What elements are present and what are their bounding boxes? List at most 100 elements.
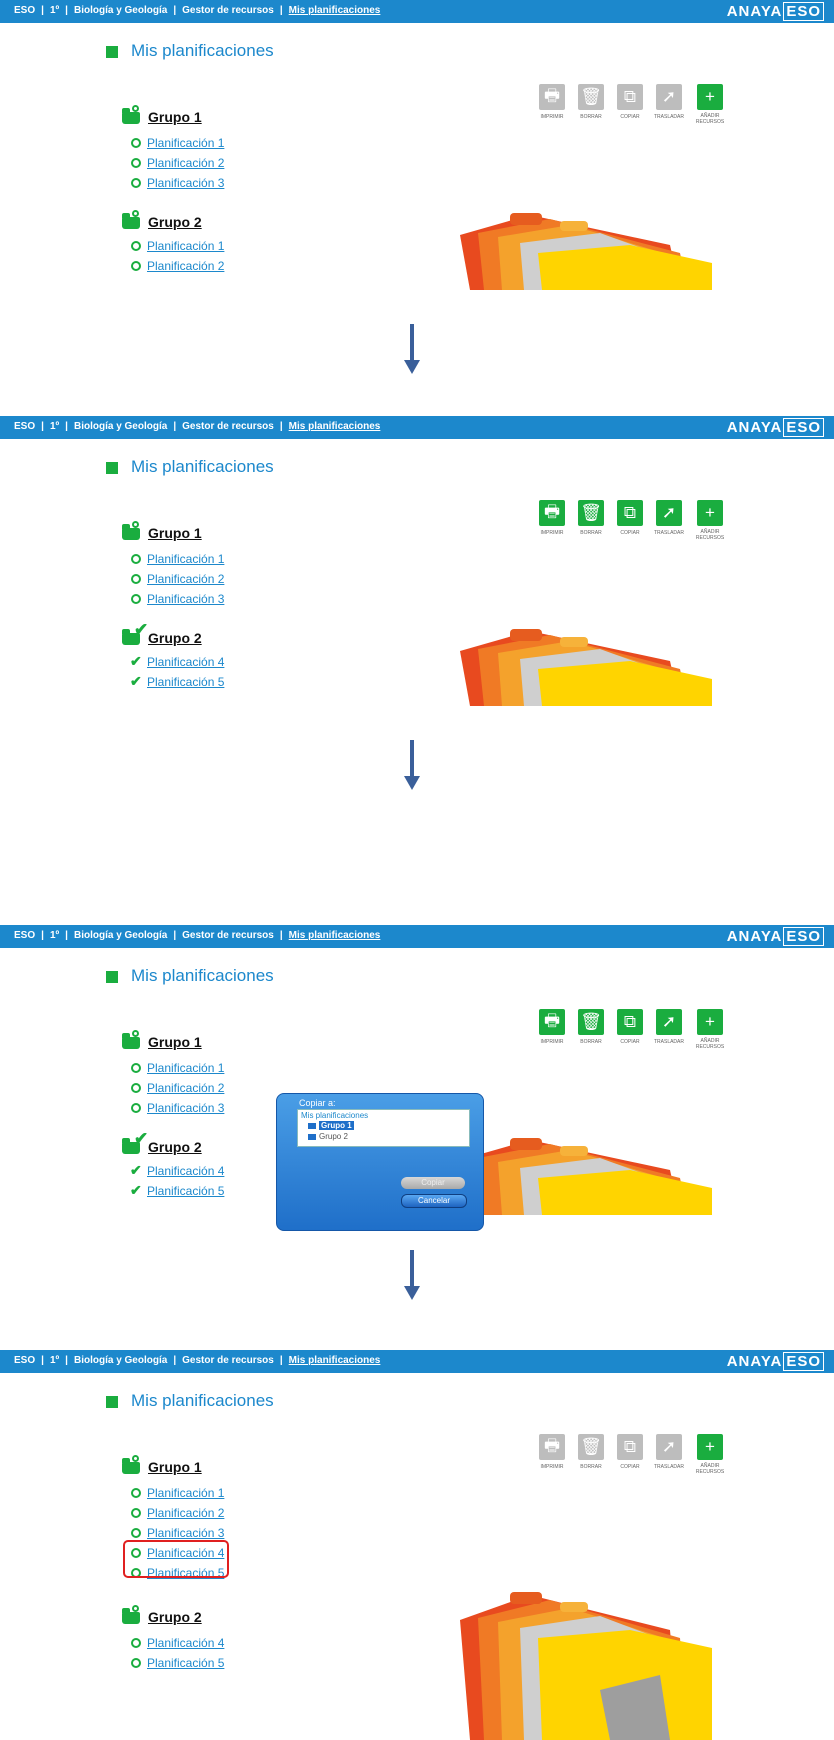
plan-link[interactable]: Planificación 1 [147, 1486, 224, 1500]
plan-link[interactable]: Planificación 3 [147, 1526, 224, 1540]
copy-button[interactable]: ⧉ [617, 84, 643, 110]
group-label[interactable]: Grupo 1 [148, 525, 202, 541]
breadcrumb-current[interactable]: Mis planificaciones [289, 1355, 381, 1366]
breadcrumb-eso[interactable]: ESO [14, 421, 35, 432]
plan-link[interactable]: Planificación 3 [147, 592, 224, 606]
plan-radio-icon[interactable] [131, 574, 141, 584]
plan-link[interactable]: Planificación 1 [147, 136, 224, 150]
print-button[interactable]: 🖶 [539, 1434, 565, 1460]
delete-button[interactable]: 🗑 [578, 1434, 604, 1460]
plan-radio-icon[interactable] [131, 158, 141, 168]
breadcrumb-manager[interactable]: Gestor de recursos [182, 5, 274, 16]
plan-link[interactable]: Planificación 2 [147, 1506, 224, 1520]
plan-check-icon[interactable]: ✔ [130, 1183, 142, 1197]
move-button[interactable]: ➚ [656, 1434, 682, 1460]
add-resources-button[interactable]: + [697, 1009, 723, 1035]
destination-tree[interactable]: Mis planificaciones Grupo 1 Grupo 2 [297, 1109, 470, 1147]
tree-node-grupo-2[interactable]: Grupo 2 [308, 1132, 348, 1141]
plan-radio-icon[interactable] [131, 1658, 141, 1668]
plan-radio-icon[interactable] [131, 261, 141, 271]
title-square-icon [106, 46, 118, 58]
breadcrumb-eso[interactable]: ESO [14, 930, 35, 941]
delete-button[interactable]: 🗑 [578, 500, 604, 526]
plan-check-icon[interactable]: ✔ [130, 1163, 142, 1177]
move-button[interactable]: ➚ [656, 1009, 682, 1035]
plan-link[interactable]: Planificación 5 [147, 675, 224, 689]
breadcrumb-subject[interactable]: Biología y Geología [74, 5, 167, 16]
copy-button[interactable]: ⧉ [617, 500, 643, 526]
group-label[interactable]: Grupo 1 [148, 109, 202, 125]
add-resources-label: AÑADIR RECURSOS [695, 113, 725, 125]
plan-radio-icon[interactable] [131, 1528, 141, 1538]
folders-illustration [460, 213, 712, 290]
breadcrumb-manager[interactable]: Gestor de recursos [182, 421, 274, 432]
plan-link[interactable]: Planificación 3 [147, 176, 224, 190]
copy-button[interactable]: ⧉ [617, 1009, 643, 1035]
plan-radio-icon[interactable] [131, 554, 141, 564]
add-resources-button[interactable]: + [697, 500, 723, 526]
group-label[interactable]: Grupo 2 [148, 214, 202, 230]
breadcrumb-subject[interactable]: Biología y Geología [74, 1355, 167, 1366]
plan-link[interactable]: Planificación 2 [147, 1081, 224, 1095]
breadcrumb-level[interactable]: 1º [50, 421, 59, 432]
plan-link[interactable]: Planificación 4 [147, 655, 224, 669]
copy-confirm-button[interactable]: Copiar [401, 1177, 465, 1189]
group-label[interactable]: Grupo 2 [148, 1139, 202, 1155]
breadcrumb: ESO | 1º | Biología y Geología | Gestor de rec… [14, 930, 381, 941]
plan-radio-icon[interactable] [131, 1638, 141, 1648]
plan-radio-icon[interactable] [131, 241, 141, 251]
plan-radio-icon[interactable] [131, 1083, 141, 1093]
plan-radio-icon[interactable] [131, 1488, 141, 1498]
breadcrumb-manager[interactable]: Gestor de recursos [182, 930, 274, 941]
breadcrumb-level[interactable]: 1º [50, 930, 59, 941]
group-label[interactable]: Grupo 2 [148, 1609, 202, 1625]
plan-radio-icon[interactable] [131, 594, 141, 604]
plan-radio-icon[interactable] [131, 1508, 141, 1518]
group-label[interactable]: Grupo 2 [148, 630, 202, 646]
delete-button[interactable]: 🗑 [578, 84, 604, 110]
breadcrumb-manager[interactable]: Gestor de recursos [182, 1355, 274, 1366]
print-button[interactable]: 🖶 [539, 84, 565, 110]
breadcrumb-current[interactable]: Mis planificaciones [289, 421, 381, 432]
plan-link[interactable]: Planificación 5 [147, 1656, 224, 1670]
plan-check-icon[interactable]: ✔ [130, 654, 142, 668]
plan-link[interactable]: Planificación 1 [147, 552, 224, 566]
plan-radio-icon[interactable] [131, 138, 141, 148]
plan-link[interactable]: Planificación 4 [147, 1164, 224, 1178]
breadcrumb-level[interactable]: 1º [50, 5, 59, 16]
breadcrumb-current[interactable]: Mis planificaciones [289, 5, 381, 16]
delete-button[interactable]: 🗑 [578, 1009, 604, 1035]
plan-link[interactable]: Planificación 2 [147, 156, 224, 170]
breadcrumb-subject[interactable]: Biología y Geología [74, 930, 167, 941]
print-button[interactable]: 🖶 [539, 500, 565, 526]
plan-link[interactable]: Planificación 1 [147, 1061, 224, 1075]
title-square-icon [106, 971, 118, 983]
breadcrumb-eso[interactable]: ESO [14, 1355, 35, 1366]
plan-radio-icon[interactable] [131, 178, 141, 188]
breadcrumb-subject[interactable]: Biología y Geología [74, 421, 167, 432]
plan-radio-icon[interactable] [131, 1103, 141, 1113]
tree-root[interactable]: Mis planificaciones [301, 1111, 368, 1120]
breadcrumb-eso[interactable]: ESO [14, 5, 35, 16]
add-resources-button[interactable]: + [697, 84, 723, 110]
copy-button[interactable]: ⧉ [617, 1434, 643, 1460]
plan-link[interactable]: Planificación 1 [147, 239, 224, 253]
plan-link[interactable]: Planificación 3 [147, 1101, 224, 1115]
tree-node-grupo-1[interactable]: Grupo 1 [308, 1121, 354, 1130]
plan-link[interactable]: Planificación 5 [147, 1184, 224, 1198]
plan-check-icon[interactable]: ✔ [130, 674, 142, 688]
breadcrumb-level[interactable]: 1º [50, 1355, 59, 1366]
screen-step-2: ESO | 1º | Biología y Geología | Gestor de rec… [0, 416, 834, 706]
plan-link[interactable]: Planificación 4 [147, 1636, 224, 1650]
add-resources-button[interactable]: + [697, 1434, 723, 1460]
group-label[interactable]: Grupo 1 [148, 1034, 202, 1050]
move-button[interactable]: ➚ [656, 84, 682, 110]
cancel-button[interactable]: Cancelar [401, 1194, 467, 1208]
plan-link[interactable]: Planificación 2 [147, 259, 224, 273]
plan-radio-icon[interactable] [131, 1063, 141, 1073]
breadcrumb-current[interactable]: Mis planificaciones [289, 930, 381, 941]
group-label[interactable]: Grupo 1 [148, 1459, 202, 1475]
move-button[interactable]: ➚ [656, 500, 682, 526]
print-button[interactable]: 🖶 [539, 1009, 565, 1035]
plan-link[interactable]: Planificación 2 [147, 572, 224, 586]
